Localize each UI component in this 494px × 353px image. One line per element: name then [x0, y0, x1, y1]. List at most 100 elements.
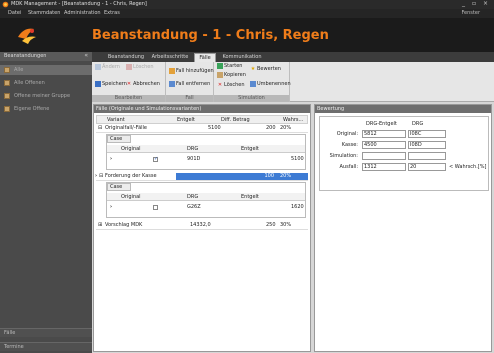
- row-diff: 250: [266, 222, 276, 228]
- tab-arbeitsschritte[interactable]: Arbeitsschritte: [148, 53, 192, 62]
- column-header-entgelt[interactable]: Entgelt: [241, 194, 259, 200]
- tab-kommunikation[interactable]: Kommunikation: [220, 53, 264, 62]
- start-simulation-button[interactable]: Starten: [217, 63, 242, 70]
- cases-grid-header: Variant Entgelt Diff. Betrag Wahrs...: [96, 115, 308, 124]
- evaluation-form: DRG-Entgelt DRG Original: 5812 I08C Kass…: [319, 116, 489, 191]
- original-entgelt-field[interactable]: 5812: [362, 130, 406, 138]
- menu-fenster[interactable]: Fenster: [461, 10, 480, 16]
- row-entgelt: 5100: [208, 125, 221, 131]
- add-case-button[interactable]: Fall hinzufügen: [169, 68, 214, 75]
- label-ausfall: Ausfall:: [339, 164, 358, 170]
- copy-simulation-button[interactable]: Kopieren: [217, 72, 246, 79]
- edit-icon: [95, 64, 101, 70]
- save-icon: [95, 81, 101, 87]
- table-row[interactable]: ⊞ Vorschlag MDK 14332,0 250 30%: [96, 221, 308, 230]
- column-header-original[interactable]: Original: [121, 194, 141, 200]
- kasse-entgelt-field[interactable]: 4500: [362, 141, 406, 149]
- play-icon: [217, 63, 223, 69]
- sidebar-section-faelle[interactable]: Fälle: [0, 328, 92, 337]
- remove-case-button[interactable]: Fall entfernen: [169, 81, 210, 88]
- menu-stammdaten[interactable]: Stammdaten: [28, 10, 60, 16]
- column-header-drg[interactable]: DRG: [187, 194, 198, 200]
- table-row[interactable]: › 901D 5100: [107, 155, 305, 164]
- row-entgelt: 5100: [291, 156, 304, 162]
- original-drg-field[interactable]: I08C: [408, 130, 446, 138]
- row-pointer-icon: ›: [110, 204, 113, 210]
- column-header-original[interactable]: Original: [121, 146, 141, 152]
- collapse-icon[interactable]: ⊟: [98, 125, 102, 131]
- folder-icon: [4, 67, 10, 73]
- row-diff[interactable]: 100: [256, 173, 276, 180]
- simulation-drg-field[interactable]: [408, 152, 446, 160]
- original-checkbox[interactable]: [153, 205, 158, 210]
- rename-simulation-button[interactable]: Umbenennen: [250, 81, 291, 88]
- cancel-button[interactable]: ✕ Abbrechen: [126, 81, 160, 88]
- sidebar-item-offene-gruppe[interactable]: Offene meiner Gruppe: [0, 91, 92, 101]
- cases-panel-title: Fälle (Originale und Simulationsvariante…: [94, 105, 310, 113]
- case-subgrid: Case Original DRG Entgelt › G26Z 1620: [106, 182, 306, 218]
- row-variant: Vorschlag MDK: [105, 222, 143, 228]
- delete-simulation-button[interactable]: ✕ Löschen: [217, 82, 245, 89]
- sidebar-item-alle[interactable]: Alle: [0, 65, 92, 75]
- tab-faelle[interactable]: Fälle: [194, 53, 216, 62]
- folder-icon: [4, 106, 10, 112]
- rate-simulation-button[interactable]: ★ Bewerten: [250, 66, 281, 73]
- window-title: MDK Management - [Beanstandung - 1 - Chr…: [11, 1, 147, 7]
- menu-administration[interactable]: Administration: [64, 10, 101, 16]
- row-wahrs[interactable]: 20%: [276, 173, 308, 180]
- tab-bar: Beanstandung Arbeitsschritte Fälle Kommu…: [92, 52, 494, 62]
- sidebar-item-alle-offenen[interactable]: Alle Offenen: [0, 78, 92, 88]
- collapse-icon[interactable]: «: [84, 52, 88, 59]
- case-subgrid-header: Original DRG Entgelt: [107, 193, 305, 201]
- sidebar-header[interactable]: Beanstandungen «: [0, 52, 92, 61]
- kasse-drg-field[interactable]: I08D: [408, 141, 446, 149]
- table-row[interactable]: ⊟ Originalfall/-Fälle 5100 200 20%: [96, 124, 308, 133]
- page-title: Beanstandung - 1 - Chris, Regen: [92, 28, 329, 43]
- ribbon-group-label: Simulation: [214, 95, 289, 102]
- collapse-icon[interactable]: ⊟: [99, 173, 103, 179]
- delete-button[interactable]: Löschen: [126, 64, 154, 71]
- cases-panel: Fälle (Originale und Simulationsvariante…: [93, 104, 311, 352]
- sidebar-header-label: Beanstandungen: [4, 53, 47, 59]
- original-checkbox[interactable]: [153, 156, 158, 162]
- row-pointer-icon: ›: [95, 173, 98, 179]
- minimize-button[interactable]: _: [462, 0, 465, 7]
- tab-beanstandung[interactable]: Beanstandung: [106, 53, 146, 62]
- menu-extras[interactable]: Extras: [104, 10, 120, 16]
- close-button[interactable]: ×: [483, 0, 488, 7]
- sidebar-item-label: Alle Offenen: [14, 80, 45, 86]
- sidebar-item-eigene-offene[interactable]: Eigene Offene: [0, 104, 92, 114]
- delete-icon: [126, 64, 132, 70]
- row-entgelt: 1620: [291, 204, 304, 210]
- table-row[interactable]: › G26Z 1620: [107, 203, 305, 212]
- column-header-entgelt[interactable]: Entgelt: [241, 146, 259, 152]
- maximize-button[interactable]: ▫: [472, 0, 476, 7]
- table-row[interactable]: › ⊟ Forderung der Kasse 1620 100 20%: [95, 172, 308, 181]
- ribbon-group-simulation: Starten Kopieren ✕ Löschen ★ Bewerten Umbe…: [214, 62, 291, 102]
- column-header-diff[interactable]: Diff. Betrag: [221, 117, 250, 123]
- save-button[interactable]: Speichern: [95, 81, 127, 88]
- app-logo-icon: [18, 28, 36, 44]
- app-icon: [2, 1, 9, 8]
- ausfall-wahrscheinlichkeit-field[interactable]: 20: [408, 163, 446, 171]
- column-header-wahrs[interactable]: Wahrs...: [283, 117, 303, 123]
- expand-icon[interactable]: ⊞: [98, 222, 102, 228]
- column-header-entgelt[interactable]: Entgelt: [177, 117, 195, 123]
- column-header-variant[interactable]: Variant: [107, 117, 125, 123]
- ribbon-group-label: Fall: [166, 95, 213, 102]
- sidebar-section-termine[interactable]: Termine: [0, 342, 92, 351]
- sidebar-section-label: Termine: [4, 344, 24, 350]
- folder-icon: [4, 80, 10, 86]
- simulation-entgelt-field[interactable]: [362, 152, 406, 160]
- case-subgrid-title: Case: [107, 135, 131, 143]
- edit-button[interactable]: Ändern: [95, 64, 120, 71]
- add-case-icon: [169, 68, 175, 74]
- app-header: Beanstandung - 1 - Chris, Regen: [0, 18, 494, 52]
- row-variant: Forderung der Kasse: [105, 173, 157, 179]
- ausfall-entgelt-field[interactable]: 1312: [362, 163, 406, 171]
- column-header-drg: DRG: [412, 121, 424, 127]
- menu-datei[interactable]: Datei: [8, 10, 21, 16]
- row-entgelt: 14332,0: [190, 222, 211, 228]
- column-header-drg[interactable]: DRG: [187, 146, 198, 152]
- sidebar-item-label: Alle: [14, 67, 24, 73]
